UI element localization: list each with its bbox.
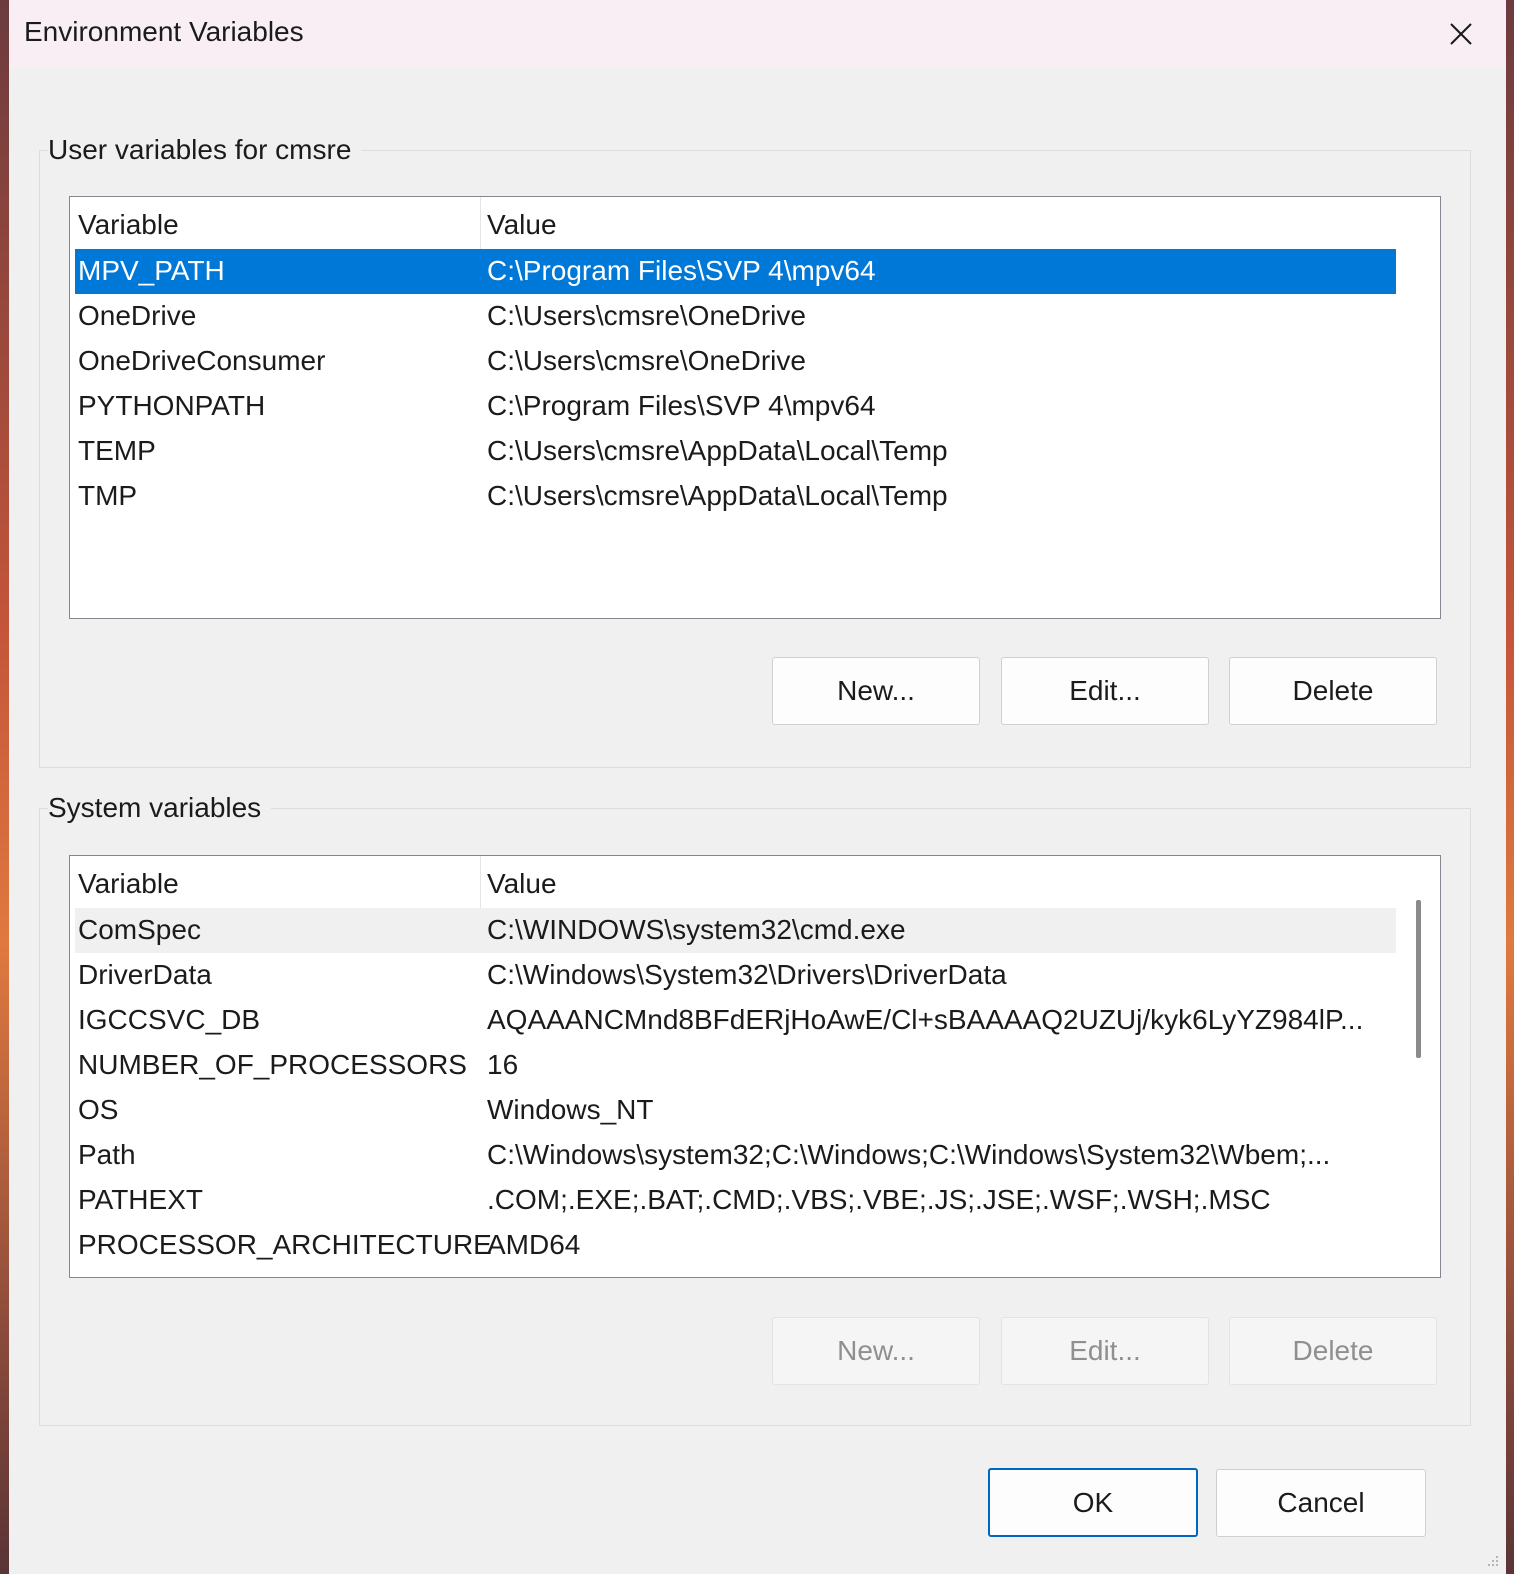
variable-name: DriverData <box>78 959 212 990</box>
list-item[interactable]: OneDriveConsumer C:\Users\cmsre\OneDrive <box>75 339 1396 384</box>
variable-value: C:\WINDOWS\system32\cmd.exe <box>487 914 906 945</box>
variable-name: PATHEXT <box>78 1184 203 1215</box>
column-header-value[interactable]: Value <box>487 209 557 241</box>
variable-name: OneDriveConsumer <box>78 345 326 376</box>
list-item[interactable]: ComSpec C:\WINDOWS\system32\cmd.exe <box>75 908 1396 953</box>
list-item[interactable]: PATHEXT .COM;.EXE;.BAT;.CMD;.VBS;.VBE;.J… <box>75 1178 1396 1223</box>
variable-value: C:\Users\cmsre\OneDrive <box>487 345 806 376</box>
variable-name: PROCESSOR_ARCHITECTURE <box>78 1229 492 1260</box>
list-item[interactable]: Path C:\Windows\system32;C:\Windows;C:\W… <box>75 1133 1396 1178</box>
user-new-button[interactable]: New... <box>772 657 980 725</box>
variable-value: C:\Windows\System32\Drivers\DriverData <box>487 959 1007 990</box>
variable-value: C:\Users\cmsre\AppData\Local\Temp <box>487 435 948 466</box>
list-item[interactable]: NUMBER_OF_PROCESSORS 16 <box>75 1043 1396 1088</box>
variable-value: .COM;.EXE;.BAT;.CMD;.VBS;.VBE;.JS;.JSE;.… <box>487 1184 1271 1215</box>
list-header: Variable Value <box>70 856 1396 908</box>
scrollbar-thumb[interactable] <box>1416 900 1421 1058</box>
user-variables-list[interactable]: Variable Value MPV_PATH C:\Program Files… <box>69 196 1441 619</box>
user-delete-button[interactable]: Delete <box>1229 657 1437 725</box>
environment-variables-dialog: Environment Variables User variables for… <box>9 0 1506 1574</box>
list-item[interactable]: PYTHONPATH C:\Program Files\SVP 4\mpv64 <box>75 384 1396 429</box>
cancel-button[interactable]: Cancel <box>1216 1469 1426 1537</box>
variable-name: TMP <box>78 480 138 511</box>
column-header-variable[interactable]: Variable <box>78 868 179 900</box>
user-edit-button[interactable]: Edit... <box>1001 657 1209 725</box>
variable-name: OS <box>78 1094 119 1125</box>
list-item[interactable]: OS Windows_NT <box>75 1088 1396 1133</box>
column-header-variable[interactable]: Variable <box>78 209 179 241</box>
ok-button[interactable]: OK <box>988 1468 1198 1537</box>
list-item[interactable]: MPV_PATH C:\Program Files\SVP 4\mpv64 <box>75 249 1396 294</box>
variable-name: PYTHONPATH <box>78 390 266 421</box>
system-variables-label: System variables <box>48 792 272 824</box>
variable-value: 16 <box>487 1049 519 1080</box>
variable-value: C:\Program Files\SVP 4\mpv64 <box>487 390 876 421</box>
list-item[interactable]: TEMP C:\Users\cmsre\AppData\Local\Temp <box>75 429 1396 474</box>
column-divider[interactable] <box>480 856 481 908</box>
user-variables-label: User variables for cmsre <box>48 134 362 166</box>
list-item[interactable]: OneDrive C:\Users\cmsre\OneDrive <box>75 294 1396 339</box>
variable-value: AQAAANCMnd8BFdERjHoAwE/Cl+sBAAAAQ2UZUj/k… <box>487 1004 1364 1035</box>
variable-name: NUMBER_OF_PROCESSORS <box>78 1049 467 1080</box>
list-item[interactable]: TMP C:\Users\cmsre\AppData\Local\Temp <box>75 474 1396 519</box>
column-divider[interactable] <box>480 197 481 249</box>
resize-grip-icon[interactable] <box>1486 1554 1500 1568</box>
close-icon <box>1450 23 1472 45</box>
variable-value: C:\Windows\system32;C:\Windows;C:\Window… <box>487 1139 1331 1170</box>
variable-name: Path <box>78 1139 136 1170</box>
variable-name: TEMP <box>78 435 156 466</box>
variable-name: OneDrive <box>78 300 197 331</box>
system-delete-button[interactable]: Delete <box>1229 1317 1437 1385</box>
list-item[interactable]: DriverData C:\Windows\System32\Drivers\D… <box>75 953 1396 998</box>
close-button[interactable] <box>1416 0 1506 68</box>
list-header: Variable Value <box>70 197 1396 249</box>
list-item[interactable]: IGCCSVC_DB AQAAANCMnd8BFdERjHoAwE/Cl+sBA… <box>75 998 1396 1043</box>
title-bar: Environment Variables <box>9 0 1506 68</box>
variable-name: ComSpec <box>78 914 201 945</box>
variable-value: Windows_NT <box>487 1094 654 1125</box>
system-new-button[interactable]: New... <box>772 1317 980 1385</box>
system-edit-button[interactable]: Edit... <box>1001 1317 1209 1385</box>
variable-value: AMD64 <box>487 1229 581 1260</box>
column-header-value[interactable]: Value <box>487 868 557 900</box>
variable-value: C:\Users\cmsre\AppData\Local\Temp <box>487 480 948 511</box>
variable-name: IGCCSVC_DB <box>78 1004 261 1035</box>
variable-name: MPV_PATH <box>78 255 225 286</box>
window-title: Environment Variables <box>24 16 304 47</box>
variable-value: C:\Users\cmsre\OneDrive <box>487 300 806 331</box>
system-variables-list[interactable]: Variable Value ComSpec C:\WINDOWS\system… <box>69 855 1441 1278</box>
variable-value: C:\Program Files\SVP 4\mpv64 <box>487 255 876 286</box>
vertical-scrollbar[interactable] <box>1396 856 1440 1277</box>
list-item[interactable]: PROCESSOR_ARCHITECTURE AMD64 <box>75 1223 1396 1268</box>
